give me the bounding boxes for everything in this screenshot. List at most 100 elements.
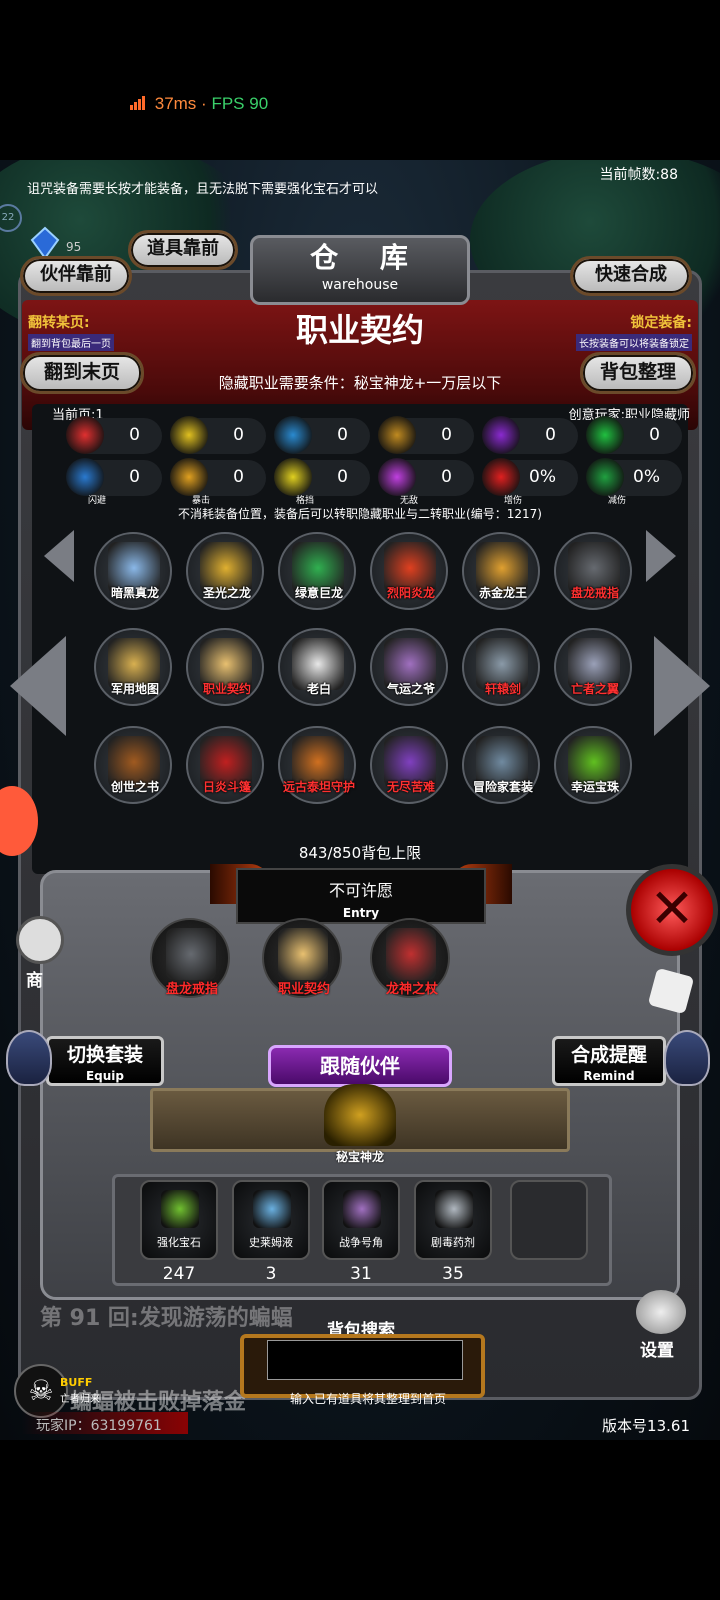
material-slot[interactable]: 剧毒药剂 <box>414 1180 492 1260</box>
inventory-slot[interactable]: 盘龙戒指 <box>554 532 632 610</box>
inventory-slot[interactable]: 职业契约 <box>186 628 264 706</box>
inventory-slot[interactable]: 亡者之翼 <box>554 628 632 706</box>
empty-material-slot[interactable] <box>510 1180 588 1260</box>
item-name: 盘龙戒指 <box>570 586 619 600</box>
equipped-slot[interactable]: 职业契约 <box>262 918 342 998</box>
inventory-slot[interactable]: 气运之爷 <box>370 628 448 706</box>
flip-page-hint: 翻到背包最后一页 <box>28 334 114 351</box>
equipped-slot[interactable]: 盘龙戒指 <box>150 918 230 998</box>
inventory-slot[interactable]: 幸运宝珠 <box>554 726 632 804</box>
invincible-icon <box>378 458 416 496</box>
item-name: 气运之爷 <box>386 682 435 696</box>
status-sep: · <box>201 94 207 113</box>
sword-icon <box>378 416 416 454</box>
stat-value: 0 <box>233 467 244 487</box>
combine-remind-sub: Remind <box>583 1069 635 1083</box>
partner-front-button[interactable]: 伙伴靠前 <box>20 256 132 296</box>
sort-bag-button[interactable]: 背包整理 <box>580 352 696 394</box>
stat-chip: 0% 增伤 <box>482 458 578 506</box>
inventory-slot[interactable]: 日炎斗篷 <box>186 726 264 804</box>
last-page-button[interactable]: 翻到末页 <box>20 352 144 394</box>
stat-value: 0 <box>129 467 140 487</box>
item-front-button[interactable]: 道具靠前 <box>128 230 238 270</box>
material-slot[interactable]: 史莱姆液 <box>232 1180 310 1260</box>
equipped-slot[interactable]: 龙神之杖 <box>370 918 450 998</box>
inventory-slot[interactable]: 烈阳炎龙 <box>370 532 448 610</box>
dmg-down-icon <box>586 458 624 496</box>
gear-icon[interactable] <box>636 1290 686 1334</box>
item-title: 职业契约 <box>295 311 424 349</box>
stat-value: 0 <box>129 425 140 445</box>
quick-combine-button[interactable]: 快速合成 <box>570 256 692 296</box>
inventory-slot[interactable]: 冒险家套装 <box>462 726 540 804</box>
follow-partner-button[interactable]: 跟随伙伴 <box>268 1045 452 1087</box>
inventory-slot[interactable]: 军用地图 <box>94 628 172 706</box>
stat-chip: 0 闪避 <box>66 458 162 506</box>
ping-value: 37ms <box>154 94 197 113</box>
inventory-slot[interactable]: 赤金龙王 <box>462 532 540 610</box>
material-slot[interactable]: 强化宝石 <box>140 1180 218 1260</box>
stat-chip: 0 格挡 <box>274 458 370 506</box>
close-icon: ✕ <box>649 877 695 940</box>
stat-chip: 0 暴击 <box>170 458 266 506</box>
item-name: 幸运宝珠 <box>570 780 619 794</box>
warehouse-title: 仓 库 <box>310 241 424 274</box>
settings-label: 设置 <box>640 1341 674 1361</box>
material-count: 247 <box>162 1264 196 1284</box>
switch-set-button[interactable]: 切换套装 Equip <box>46 1036 164 1086</box>
material-icon <box>435 1190 473 1228</box>
shop-icon[interactable] <box>16 916 64 964</box>
item-name: 冒险家套装 <box>472 780 533 794</box>
material-count: 31 <box>350 1264 372 1284</box>
inventory-slot[interactable]: 无尽苦难 <box>370 726 448 804</box>
equipped-item-icon <box>166 928 216 980</box>
next-page-arrow-icon[interactable] <box>654 636 710 736</box>
partner-dragon-icon[interactable] <box>324 1084 396 1146</box>
entry-box[interactable]: 不可许愿 Entry <box>236 868 486 924</box>
stat-value: 0 <box>337 467 348 487</box>
stat-value: 0 <box>337 425 348 445</box>
item-name: 亡者之翼 <box>570 682 619 696</box>
equipped-item-name: 龙神之杖 <box>385 982 438 997</box>
item-name: 圣光之龙 <box>202 586 251 600</box>
dmg-up-icon <box>482 458 520 496</box>
inventory-slot[interactable]: 老白 <box>278 628 356 706</box>
search-hint: 输入已有道具将其整理到首页 <box>289 1392 446 1406</box>
shield-icon <box>274 458 312 496</box>
equipped-item-name: 盘龙戒指 <box>165 982 218 997</box>
inventory-slot[interactable]: 暗黑真龙 <box>94 532 172 610</box>
warehouse-subtitle: warehouse <box>321 277 399 293</box>
item-name: 赤金龙王 <box>478 586 527 600</box>
item-name: 无尽苦难 <box>386 780 435 794</box>
status-bar <box>0 0 720 160</box>
prev-small-arrow-icon[interactable] <box>44 530 74 582</box>
inventory-slot[interactable]: 圣光之龙 <box>186 532 264 610</box>
crit-icon <box>170 458 208 496</box>
item-requirement: 隐藏职业需要条件：秘宝神龙+一万层以下 <box>218 374 502 392</box>
combine-remind-button[interactable]: 合成提醒 Remind <box>552 1036 666 1086</box>
inventory-slot[interactable]: 远古泰坦守护 <box>278 726 356 804</box>
stat-chip: 0 <box>170 416 266 454</box>
item-name: 创世之书 <box>110 780 159 794</box>
search-input[interactable] <box>267 1340 463 1380</box>
stat-value: 0% <box>529 467 556 487</box>
stat-chip: 0 <box>482 416 578 454</box>
inventory-slot[interactable]: 创世之书 <box>94 726 172 804</box>
heart-icon <box>66 416 104 454</box>
inventory-slot[interactable]: 轩辕剑 <box>462 628 540 706</box>
material-slot[interactable]: 战争号角 <box>322 1180 400 1260</box>
close-button[interactable]: ✕ <box>626 864 718 956</box>
network-status: 37ms · FPS 90 <box>130 94 268 114</box>
lightning-icon <box>482 416 520 454</box>
material-name: 史莱姆液 <box>249 1236 293 1249</box>
stat-value: 0 <box>441 467 452 487</box>
inventory-slot[interactable]: 绿意巨龙 <box>278 532 356 610</box>
player-ip: 玩家IP：63199761 <box>36 1418 162 1434</box>
item-name: 暗黑真龙 <box>110 586 159 600</box>
stat-chip: 0 <box>378 416 474 454</box>
prev-page-arrow-icon[interactable] <box>10 636 66 736</box>
equipped-item-name: 职业契约 <box>277 982 330 997</box>
material-name: 强化宝石 <box>157 1236 201 1249</box>
crystal-icon <box>28 226 62 260</box>
next-small-arrow-icon[interactable] <box>646 530 676 582</box>
